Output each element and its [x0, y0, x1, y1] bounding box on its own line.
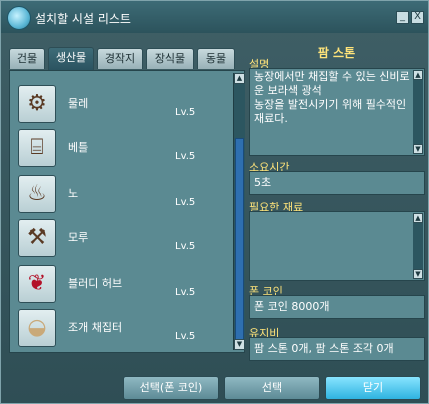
- item-name: 베틀: [68, 141, 89, 154]
- scroll-up-icon[interactable]: ▲: [413, 213, 423, 223]
- facility-list-window: 설치할 시설 리스트 _ X 건물 생산물 경작지 장식물 동물 ⚙ 물레 Lv…: [0, 0, 429, 404]
- scroll-thumb[interactable]: [235, 138, 244, 343]
- scroll-up-icon[interactable]: ▲: [234, 73, 245, 84]
- tab-decorations[interactable]: 장식물: [146, 48, 194, 69]
- close-icon[interactable]: X: [411, 11, 424, 24]
- select-with-coin-button[interactable]: 선택(폰 코인): [123, 376, 219, 400]
- time-value: 5초: [254, 176, 272, 189]
- item-level: Lv.5: [175, 107, 196, 118]
- scroll-down-icon[interactable]: ▼: [413, 269, 423, 279]
- anvil-icon: ⚒: [18, 219, 56, 257]
- item-level: Lv.5: [175, 197, 196, 208]
- tab-farmland[interactable]: 경작지: [97, 48, 143, 69]
- furnace-icon: ♨: [18, 175, 56, 213]
- item-name: 물레: [68, 97, 89, 110]
- close-button[interactable]: 닫기: [325, 376, 421, 400]
- minimize-button[interactable]: _: [396, 11, 409, 24]
- description-text: 농장에서만 채집할 수 있는 신비로 운 보라색 광석 농장을 발전시키기 위해…: [254, 70, 410, 125]
- materials-scrollbar[interactable]: ▲ ▼: [413, 213, 423, 279]
- select-button[interactable]: 선택: [224, 376, 320, 400]
- list-item[interactable]: ❦ 블러디 허브 Lv.5: [18, 265, 238, 307]
- item-level: Lv.5: [175, 331, 196, 342]
- loom-icon: ⌸: [18, 129, 56, 167]
- bloody-herb-icon: ❦: [18, 265, 56, 303]
- item-name: 조개 채집터: [68, 321, 123, 334]
- coin-value: 폰 코인 8000개: [254, 300, 330, 313]
- list-item[interactable]: ⚙ 물레 Lv.5: [18, 85, 238, 127]
- coin-box: 폰 코인 8000개: [249, 295, 425, 319]
- item-level: Lv.5: [175, 241, 196, 252]
- item-level: Lv.5: [175, 151, 196, 162]
- scroll-down-icon[interactable]: ▼: [413, 144, 423, 154]
- spinning-wheel-icon: ⚙: [18, 85, 56, 123]
- window-title: 설치할 시설 리스트: [35, 12, 131, 26]
- shell-icon: ◒: [18, 309, 56, 347]
- description-box: 농장에서만 채집할 수 있는 신비로 운 보라색 광석 농장을 발전시키기 위해…: [249, 68, 425, 156]
- item-level: Lv.5: [175, 287, 196, 298]
- list-item[interactable]: ⌸ 베틀 Lv.5: [18, 129, 238, 171]
- list-item[interactable]: ⚒ 모루 Lv.5: [18, 219, 238, 261]
- tab-animals[interactable]: 동물: [197, 48, 235, 69]
- materials-box: ▲ ▼: [249, 211, 425, 281]
- scroll-up-icon[interactable]: ▲: [413, 70, 423, 80]
- maintenance-box: 팜 스톤 0개, 팜 스톤 조각 0개: [249, 337, 425, 361]
- scroll-down-icon[interactable]: ▼: [234, 339, 245, 350]
- item-name: 모루: [68, 231, 89, 244]
- globe-icon: [7, 6, 31, 30]
- description-scrollbar[interactable]: ▲ ▼: [413, 70, 423, 154]
- maintenance-value: 팜 스톤 0개, 팜 스톤 조각 0개: [254, 342, 394, 355]
- title-bar[interactable]: 설치할 시설 리스트 _ X: [1, 1, 428, 33]
- item-name: 노: [68, 187, 79, 200]
- time-box: 5초: [249, 171, 425, 195]
- tab-products[interactable]: 생산물: [48, 47, 94, 70]
- list-item[interactable]: ♨ 노 Lv.5: [18, 175, 238, 217]
- item-name: 블러디 허브: [68, 277, 123, 290]
- tab-buildings[interactable]: 건물: [9, 48, 45, 69]
- list-scrollbar[interactable]: ▲ ▼: [233, 73, 245, 350]
- list-item[interactable]: ◒ 조개 채집터 Lv.5: [18, 309, 238, 351]
- selected-item-title: 팜 스톤: [317, 46, 356, 60]
- facility-list: ⚙ 물레 Lv.5 ⌸ 베틀 Lv.5 ♨ 노 Lv.5 ⚒ 모루 Lv.5 ❦…: [9, 70, 245, 353]
